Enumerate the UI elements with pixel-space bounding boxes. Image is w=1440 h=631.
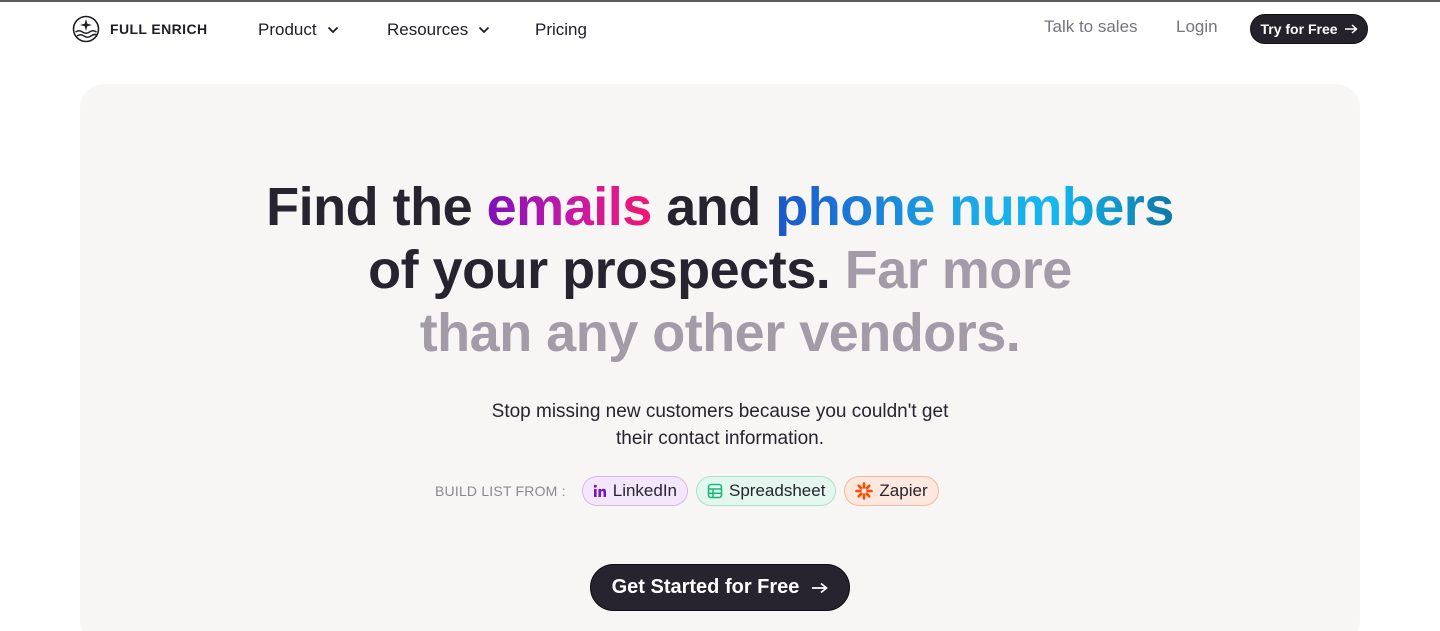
source-chip-spreadsheet[interactable]: Spreadsheet: [696, 476, 837, 506]
subtitle-line-2: their contact information.: [615, 428, 825, 449]
chevron-down-icon: [327, 26, 338, 34]
linkedin-label: LinkedIn: [612, 481, 678, 500]
hero-subtitle: Stop missing new customers because you c…: [80, 398, 1360, 452]
build-list-label: BUILD LIST FROM :: [435, 483, 566, 499]
try-for-free-button[interactable]: Try for Free: [1250, 14, 1368, 44]
brand-logo[interactable]: FULL ENRICH: [72, 14, 207, 44]
arrow-right-icon: [1344, 24, 1358, 34]
arrow-right-icon: [812, 582, 829, 593]
logo-compass-wave-icon: [72, 15, 100, 43]
headline-muted-1: Far more: [844, 240, 1073, 300]
build-list-sources: BUILD LIST FROM : LinkedIn Spreadsheet Z…: [435, 476, 939, 506]
spreadsheet-label: Spreadsheet: [729, 481, 826, 500]
top-nav: FULL ENRICH Product Resources Pricing Ta…: [0, 2, 1440, 58]
headline-muted-2: than any other vendors.: [419, 303, 1021, 363]
nav-resources[interactable]: Resources: [387, 18, 490, 42]
headline-phone-numbers: phone numbers: [775, 177, 1174, 237]
nav-resources-label: Resources: [387, 20, 469, 39]
chevron-down-icon: [479, 26, 490, 34]
brand-name: FULL ENRICH: [110, 21, 208, 37]
get-started-button[interactable]: Get Started for Free: [590, 564, 850, 611]
login-link[interactable]: Login: [1176, 17, 1218, 37]
headline-text: Find the: [266, 177, 487, 237]
nav-pricing-label: Pricing: [535, 20, 587, 39]
nav-product[interactable]: Product: [258, 18, 339, 42]
headline-text-line2: of your prospects.: [368, 240, 845, 300]
get-started-label: Get Started for Free: [611, 576, 800, 598]
linkedin-icon: [593, 484, 606, 497]
nav-pricing[interactable]: Pricing: [535, 18, 587, 42]
hero-section: Find the emails and phone numbers of you…: [80, 84, 1360, 631]
talk-to-sales-link[interactable]: Talk to sales: [1044, 17, 1138, 37]
hero-headline: Find the emails and phone numbers of you…: [80, 176, 1360, 365]
subtitle-line-1: Stop missing new customers because you c…: [491, 401, 949, 422]
source-chip-linkedin[interactable]: LinkedIn: [581, 476, 689, 506]
source-chip-zapier[interactable]: Zapier: [844, 476, 939, 506]
headline-and: and: [651, 177, 776, 237]
try-for-free-label: Try for Free: [1260, 21, 1338, 37]
zapier-icon: [855, 482, 874, 500]
spreadsheet-icon: [707, 483, 723, 499]
nav-product-label: Product: [258, 20, 317, 39]
headline-emails: emails: [486, 177, 653, 237]
zapier-label: Zapier: [879, 481, 928, 500]
